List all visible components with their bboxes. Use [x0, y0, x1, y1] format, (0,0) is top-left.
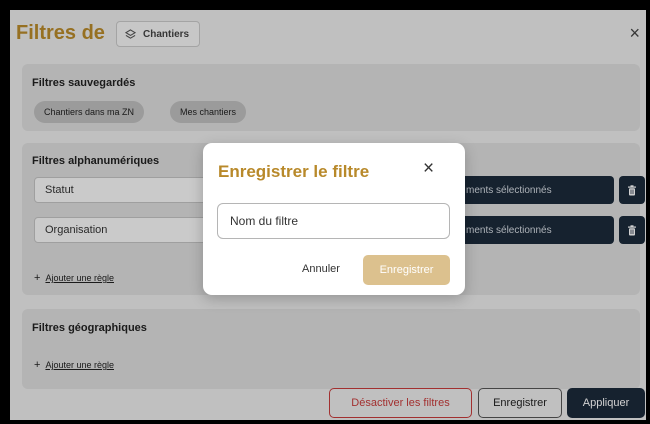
- cancel-button[interactable]: Annuler: [302, 263, 340, 275]
- save-filter-dialog: Enregistrer le filtre × Annuler Enregist…: [203, 143, 465, 295]
- save-filter-button[interactable]: Enregistrer: [363, 255, 450, 285]
- dialog-title: Enregistrer le filtre: [218, 162, 370, 181]
- close-icon[interactable]: ×: [423, 159, 434, 179]
- filter-name-input[interactable]: [217, 203, 450, 239]
